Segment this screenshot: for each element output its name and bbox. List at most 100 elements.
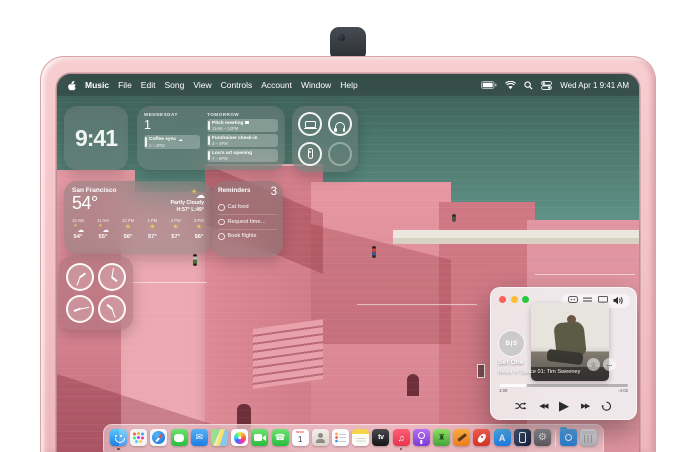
wallpaper-railing bbox=[535, 274, 635, 275]
event-title: Fundraiser check-in bbox=[212, 136, 258, 141]
menu-bar: Music File Edit Song View Controls Account Wind… bbox=[57, 74, 639, 96]
apple-menu-icon[interactable] bbox=[67, 80, 76, 91]
dock-app[interactable] bbox=[473, 429, 490, 450]
wallpaper-stairs bbox=[253, 319, 323, 389]
app-icon bbox=[453, 429, 470, 446]
event-time: 11AM – 12PM bbox=[212, 126, 275, 131]
app-icon bbox=[251, 429, 268, 446]
play-button[interactable]: ▶ bbox=[559, 398, 569, 414]
calendar-event[interactable]: Fundraiser check-in 3 – 4PM bbox=[207, 134, 278, 147]
menubar-clock[interactable]: Wed Apr 1 9:41 AM bbox=[560, 81, 629, 90]
calendar-event[interactable]: Coffee sync 1 – 2PM bbox=[144, 135, 200, 149]
dock-shortcut[interactable] bbox=[560, 429, 577, 450]
dock-app[interactable] bbox=[393, 429, 410, 450]
menu-item[interactable]: View bbox=[193, 80, 211, 90]
wallpaper-shadow bbox=[311, 224, 451, 344]
world-clock-widget[interactable] bbox=[59, 256, 133, 330]
menu-item[interactable]: Song bbox=[164, 80, 184, 90]
weather-widget[interactable]: San Francisco 54° Partly Cloudy H:57° L:… bbox=[64, 181, 212, 254]
reminder-item[interactable]: Cat food bbox=[218, 201, 277, 215]
calendar-event[interactable]: Pitch meeting 11AM – 12PM bbox=[207, 119, 278, 132]
hour-icon bbox=[73, 224, 83, 232]
battery-icon[interactable] bbox=[481, 81, 497, 89]
control-center-icon[interactable] bbox=[541, 81, 552, 90]
control-icon bbox=[305, 121, 316, 128]
dock-app[interactable] bbox=[171, 429, 188, 450]
volume-icon[interactable] bbox=[613, 296, 624, 305]
dock-app[interactable] bbox=[453, 429, 470, 450]
control-button[interactable] bbox=[298, 112, 322, 136]
menu-item[interactable]: Account bbox=[261, 80, 292, 90]
app-icon bbox=[534, 429, 551, 446]
reminders-widget[interactable]: Reminders 3 Cat food Request time… bbox=[212, 181, 283, 257]
app-icon bbox=[110, 429, 127, 446]
dock-app[interactable] bbox=[110, 429, 127, 450]
hour-label: 10 AM bbox=[72, 218, 84, 223]
shuffle-button[interactable] bbox=[515, 401, 527, 411]
menu-item[interactable]: Help bbox=[340, 80, 357, 90]
dock-app[interactable] bbox=[211, 429, 228, 450]
calendar-widget[interactable]: WEDNESDAY 1 Coffee sync 1 – 2PM TOMORROW bbox=[137, 106, 285, 170]
wallpaper-block bbox=[311, 182, 451, 452]
dock-app[interactable] bbox=[251, 429, 268, 450]
control-button[interactable] bbox=[328, 112, 352, 136]
dock-app[interactable] bbox=[433, 429, 450, 450]
reminder-checkbox[interactable] bbox=[218, 233, 225, 240]
dock-app[interactable] bbox=[292, 429, 309, 450]
dock-app[interactable] bbox=[372, 429, 389, 450]
minimize-button[interactable] bbox=[511, 296, 518, 303]
dock-app[interactable] bbox=[150, 429, 167, 450]
hour-temp: 56° bbox=[124, 234, 133, 240]
dock-shortcut[interactable] bbox=[580, 429, 597, 450]
reminders-title: Reminders bbox=[218, 187, 251, 194]
control-button[interactable] bbox=[298, 142, 322, 166]
dock-app[interactable] bbox=[312, 429, 329, 450]
app-icon bbox=[231, 429, 248, 446]
menu-item[interactable]: File bbox=[118, 80, 132, 90]
reminder-checkbox[interactable] bbox=[218, 219, 225, 226]
repeat-button[interactable] bbox=[601, 401, 612, 411]
wifi-icon[interactable] bbox=[505, 81, 516, 90]
reminder-item[interactable]: Request time… bbox=[218, 214, 277, 229]
more-button[interactable]: … bbox=[603, 358, 616, 371]
weather-hour: 10 AM 54° bbox=[72, 218, 84, 240]
control-button[interactable] bbox=[328, 142, 352, 166]
stage: Music File Edit Song View Controls Account Wind… bbox=[0, 0, 696, 452]
close-button[interactable] bbox=[499, 296, 506, 303]
favorite-button[interactable]: ☆ bbox=[587, 358, 600, 371]
clock-widget[interactable]: 9:41 bbox=[64, 106, 128, 170]
dock-app[interactable] bbox=[413, 429, 430, 450]
dock-app[interactable] bbox=[130, 429, 147, 450]
reminder-item[interactable]: Book flights bbox=[218, 229, 277, 244]
event-title: Lou's art opening bbox=[212, 151, 252, 156]
dock-app[interactable] bbox=[231, 429, 248, 450]
dock-app[interactable] bbox=[534, 429, 551, 450]
zoom-button[interactable] bbox=[522, 296, 529, 303]
dock-app[interactable] bbox=[494, 429, 511, 450]
progress-bar[interactable] bbox=[499, 384, 628, 387]
calendar-event[interactable]: Lou's art opening 7 – 8PM bbox=[207, 149, 278, 162]
hour-temp: 57° bbox=[148, 234, 157, 240]
previous-button[interactable]: ◀◀ bbox=[539, 402, 547, 410]
hour-label: 11 AM bbox=[97, 218, 109, 223]
app-icon bbox=[312, 429, 329, 446]
hour-temp: 54° bbox=[74, 234, 83, 240]
dock-app[interactable] bbox=[272, 429, 289, 450]
dock-app[interactable] bbox=[352, 429, 369, 450]
search-icon[interactable] bbox=[524, 81, 533, 90]
dock-app[interactable] bbox=[191, 429, 208, 450]
app-icon bbox=[292, 429, 309, 446]
menu-item[interactable]: Window bbox=[301, 80, 331, 90]
control-icon bbox=[308, 148, 314, 159]
app-icon bbox=[473, 429, 490, 446]
event-title: Pitch meeting bbox=[212, 121, 243, 126]
hour-label: 1 PM bbox=[148, 218, 158, 223]
reminder-checkbox[interactable] bbox=[218, 204, 225, 211]
dock-app[interactable] bbox=[514, 429, 531, 450]
next-button[interactable]: ▶▶ bbox=[581, 402, 589, 410]
menu-item[interactable]: Music bbox=[85, 80, 109, 90]
menu-item[interactable]: Controls bbox=[221, 80, 253, 90]
menu-item[interactable]: Edit bbox=[141, 80, 156, 90]
menu-items: Music File Edit Song View Controls Account Wind… bbox=[85, 80, 358, 90]
dock-app[interactable] bbox=[332, 429, 349, 450]
